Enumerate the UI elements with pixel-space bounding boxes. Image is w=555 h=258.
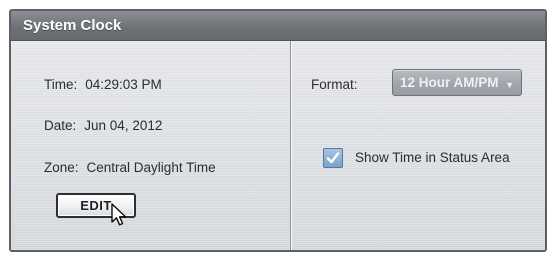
time-value: 04:29:03 PM xyxy=(85,77,162,92)
date-row: Date: Jun 04, 2012 xyxy=(44,118,162,133)
time-label: Time: xyxy=(44,77,78,92)
zone-row: Zone: Central Daylight Time xyxy=(44,160,216,175)
format-select[interactable]: 12 Hour AM/PM ▼ xyxy=(392,69,522,96)
panel-header: System Clock xyxy=(11,11,545,41)
panel-title: System Clock xyxy=(23,17,122,34)
zone-value: Central Daylight Time xyxy=(86,160,216,175)
arrow-pointer-icon xyxy=(111,203,127,226)
triangle-down-icon: ▼ xyxy=(505,80,514,90)
show-time-label: Show Time in Status Area xyxy=(355,150,510,165)
format-label: Format: xyxy=(311,77,358,92)
date-label: Date: xyxy=(44,118,77,133)
format-selected-value: 12 Hour AM/PM xyxy=(400,75,499,90)
time-row: Time: 04:29:03 PM xyxy=(44,77,162,92)
zone-label: Zone: xyxy=(44,160,79,175)
checkmark-icon xyxy=(326,152,340,164)
clock-info-pane: Time: 04:29:03 PM Date: Jun 04, 2012 Zone:… xyxy=(11,41,290,250)
show-time-checkbox[interactable] xyxy=(323,148,343,168)
date-value: Jun 04, 2012 xyxy=(84,118,163,133)
system-clock-panel: System Clock Time: 04:29:03 PM Date: Jun 0… xyxy=(9,9,547,252)
